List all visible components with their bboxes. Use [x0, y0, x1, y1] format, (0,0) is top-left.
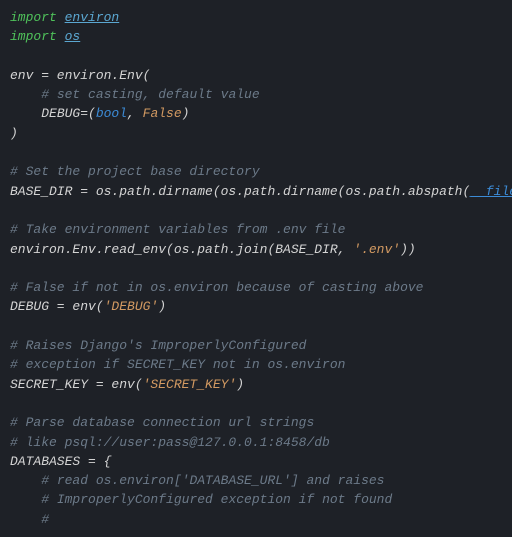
- comment: # ImproperlyConfigured exception if not …: [41, 492, 392, 507]
- code-text: ): [158, 299, 166, 314]
- comment: # read os.environ['DATABASE_URL'] and ra…: [41, 473, 384, 488]
- code-text: ): [10, 126, 18, 141]
- code-text: ): [236, 377, 244, 392]
- code-text: DATABASES = {: [10, 454, 111, 469]
- code-text: environ.Env.read_env(os.path.join(BASE_D…: [10, 242, 353, 257]
- code-block: import environ import os env = environ.E…: [0, 0, 512, 537]
- code-text: SECRET_KEY = env(: [10, 377, 143, 392]
- literal-false: False: [143, 106, 182, 121]
- keyword-import: import: [10, 10, 57, 25]
- code-text: ): [182, 106, 190, 121]
- comment: # like psql://user:pass@127.0.0.1:8458/d…: [10, 435, 330, 450]
- string-literal: 'DEBUG': [104, 299, 159, 314]
- comment: # Take environment variables from .env f…: [10, 222, 345, 237]
- code-text: env = environ.Env(: [10, 68, 150, 83]
- builtin-bool: bool: [96, 106, 127, 121]
- code-text: BASE_DIR = os.path.dirname(os.path.dirna…: [10, 184, 470, 199]
- module-environ[interactable]: environ: [65, 10, 120, 25]
- comment: # Set the project base directory: [10, 164, 260, 179]
- code-text: ,: [127, 106, 143, 121]
- comment: # set casting, default value: [41, 87, 259, 102]
- keyword-import: import: [10, 29, 57, 44]
- code-text: )): [400, 242, 416, 257]
- module-os[interactable]: os: [65, 29, 81, 44]
- string-literal: 'SECRET_KEY': [143, 377, 237, 392]
- comment: #: [41, 512, 49, 527]
- code-text: DEBUG = env(: [10, 299, 104, 314]
- comment: # Parse database connection url strings: [10, 415, 314, 430]
- comment: # exception if SECRET_KEY not in os.envi…: [10, 357, 345, 372]
- comment: # Raises Django's ImproperlyConfigured: [10, 338, 306, 353]
- string-literal: '.env': [353, 242, 400, 257]
- comment: # False if not in os.environ because of …: [10, 280, 423, 295]
- code-text: DEBUG=(: [41, 106, 96, 121]
- dunder-file: __file__: [470, 184, 512, 199]
